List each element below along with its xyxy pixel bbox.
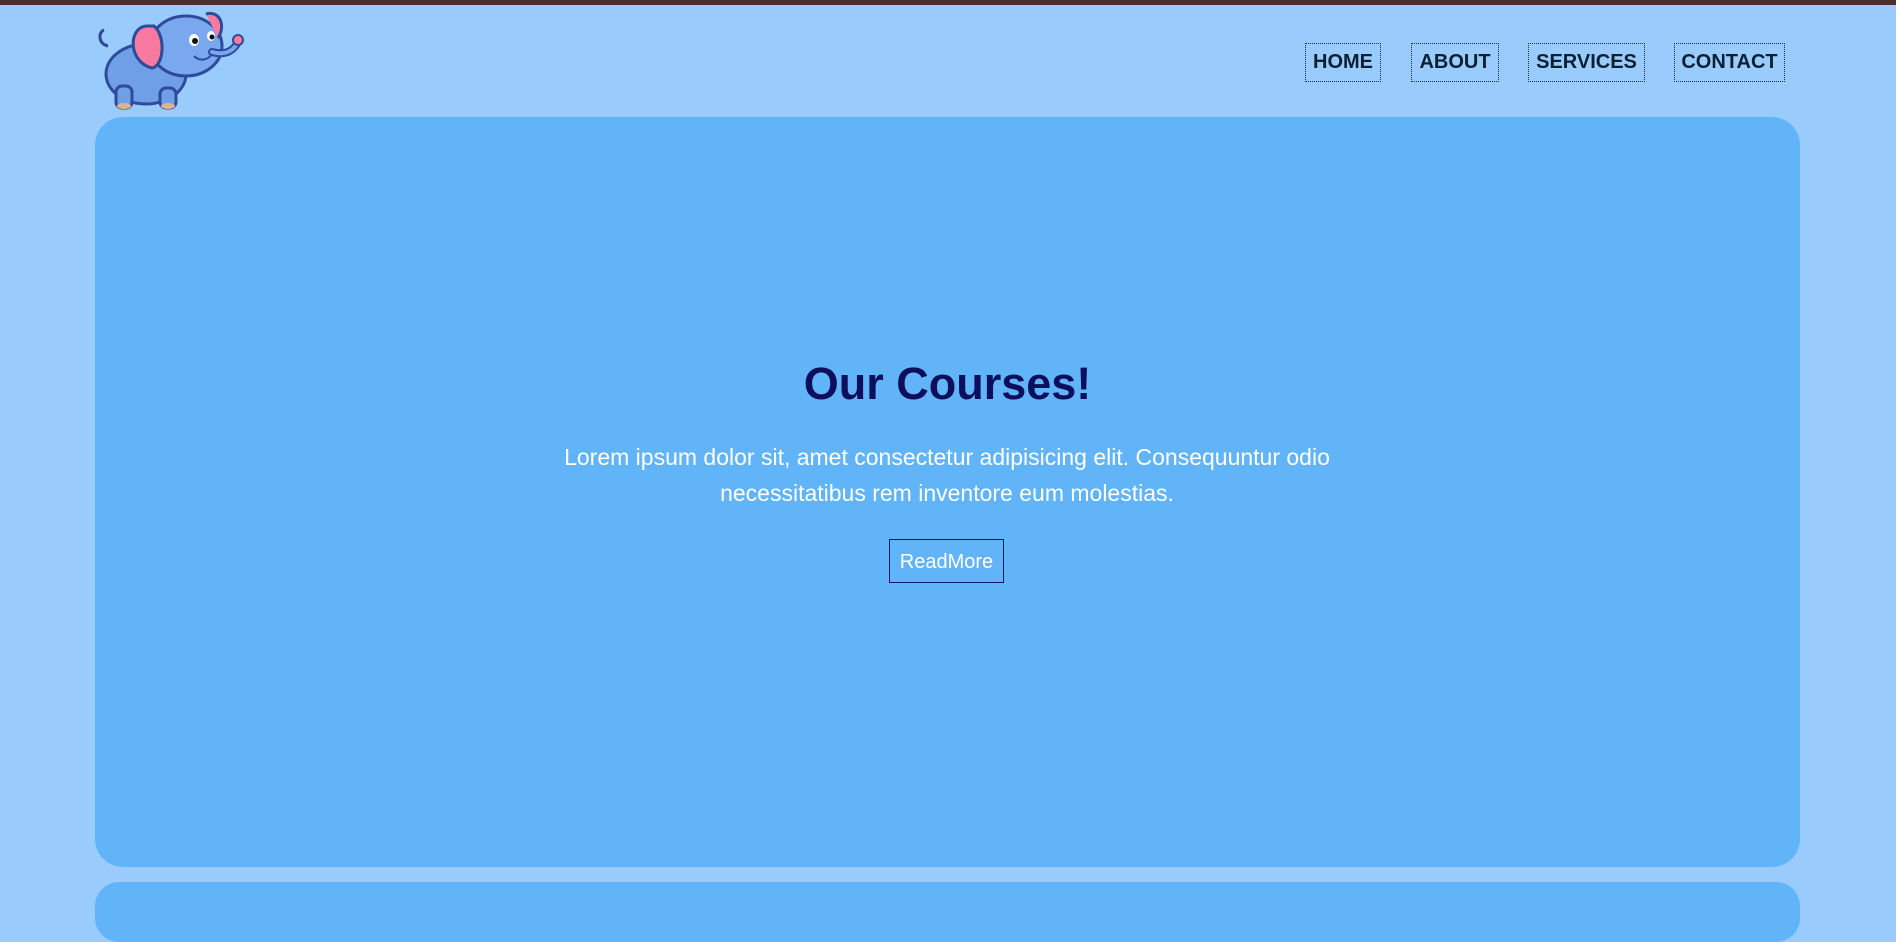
hero-title: Our Courses! bbox=[803, 358, 1092, 409]
readmore-button[interactable]: ReadMore bbox=[889, 539, 1004, 583]
next-section-card bbox=[95, 882, 1800, 942]
hero-section: Our Courses! Lorem ipsum dolor sit, amet… bbox=[95, 117, 1800, 867]
main-nav: HOME ABOUT SERVICES CONTACT bbox=[0, 43, 1896, 82]
nav-item-contact[interactable]: CONTACT bbox=[1674, 43, 1785, 82]
hero-description: Lorem ipsum dolor sit, amet consectetur … bbox=[564, 444, 1330, 506]
top-strip bbox=[0, 0, 1896, 5]
nav-item-about[interactable]: ABOUT bbox=[1411, 43, 1499, 82]
nav-item-services[interactable]: SERVICES bbox=[1528, 43, 1645, 82]
nav-item-home[interactable]: HOME bbox=[1305, 43, 1381, 82]
